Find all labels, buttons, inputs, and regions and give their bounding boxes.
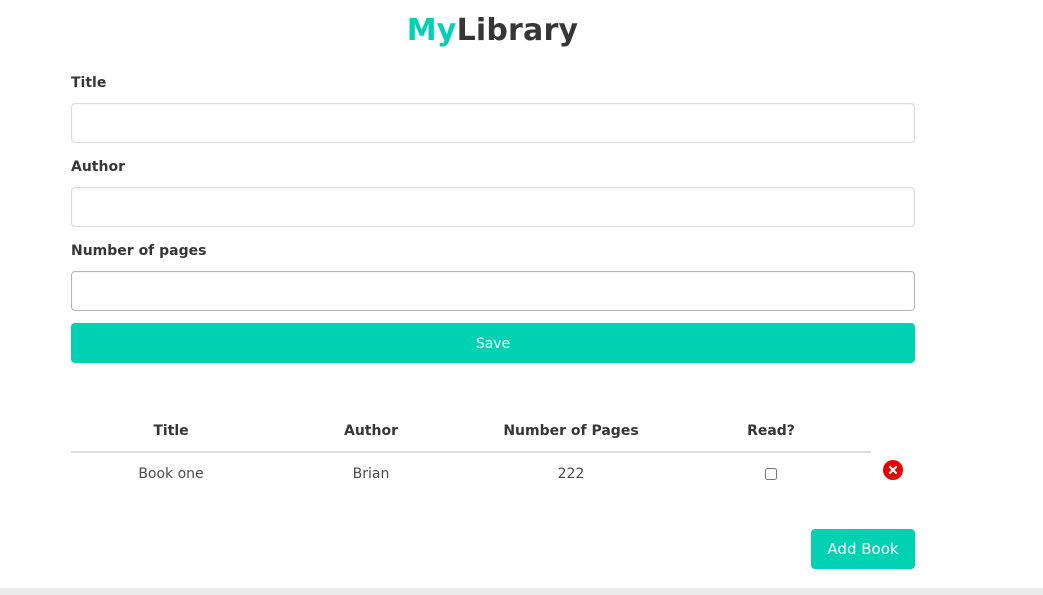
cell-author: Brian bbox=[352, 466, 390, 482]
pages-input[interactable] bbox=[71, 271, 915, 311]
pages-field-label: Number of pages bbox=[71, 243, 207, 259]
delete-book-button[interactable] bbox=[883, 460, 903, 480]
close-circle-icon bbox=[888, 465, 898, 475]
app-title-accent: My bbox=[406, 13, 457, 48]
cell-title: Book one bbox=[138, 466, 204, 482]
column-header-author: Author bbox=[271, 411, 471, 453]
app-title: MyLibrary bbox=[0, 12, 985, 50]
save-button[interactable]: Save bbox=[71, 323, 915, 363]
author-field-label: Author bbox=[71, 159, 125, 175]
cell-pages: 222 bbox=[557, 466, 585, 482]
table-row: Book one Brian 222 bbox=[71, 452, 871, 495]
column-header-pages: Number of Pages bbox=[471, 411, 671, 453]
title-field-label: Title bbox=[71, 75, 107, 91]
app-title-rest: Library bbox=[456, 13, 579, 48]
author-input[interactable] bbox=[71, 187, 915, 227]
add-book-button[interactable]: Add Book bbox=[811, 529, 915, 569]
books-table: Title Author Number of Pages Read? Book … bbox=[71, 411, 871, 495]
column-header-read: Read? bbox=[671, 411, 871, 453]
table-header-row: Title Author Number of Pages Read? bbox=[71, 411, 871, 453]
title-input[interactable] bbox=[71, 103, 915, 143]
cell-read bbox=[671, 452, 871, 495]
bottom-scroll-edge bbox=[0, 588, 1043, 595]
page: MyLibrary Title Author Number of pages S… bbox=[0, 0, 1043, 595]
read-checkbox[interactable] bbox=[765, 468, 777, 480]
column-header-title: Title bbox=[71, 411, 271, 453]
